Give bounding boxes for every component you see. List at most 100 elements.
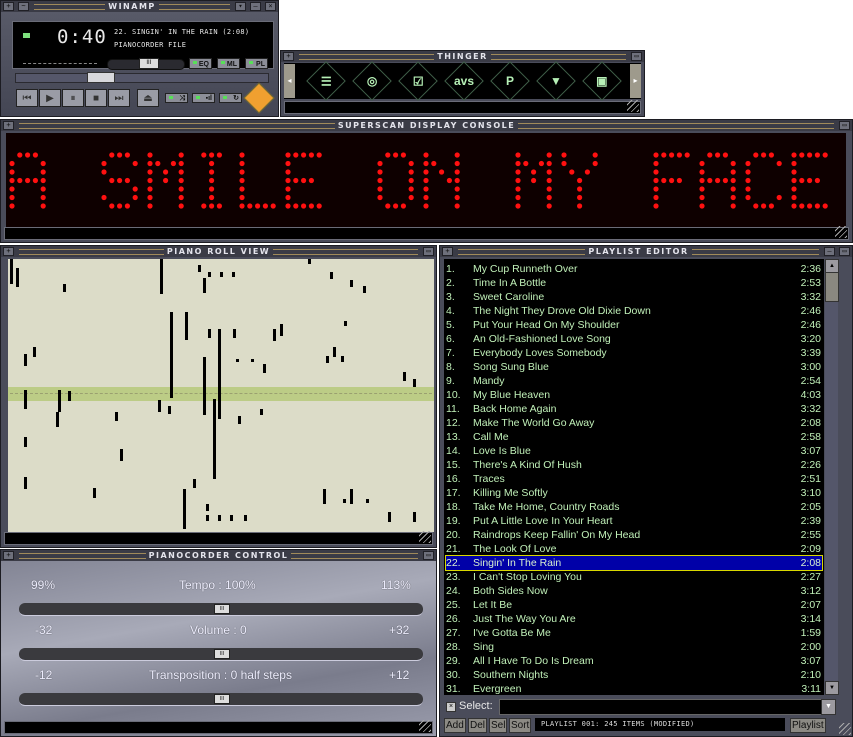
- pianoroll-shade-button[interactable]: ▭: [423, 247, 434, 256]
- volume-control-thumb[interactable]: III: [214, 649, 230, 659]
- control-shade-button[interactable]: ▭: [423, 551, 435, 560]
- resize-grip[interactable]: [627, 100, 639, 112]
- playlist-item[interactable]: 22. Singin' In The Rain 2:08: [445, 555, 823, 571]
- playlist-item[interactable]: 20. Raindrops Keep Fallin' On My Head 2:55: [446, 528, 822, 542]
- playlist-item[interactable]: 11. Back Home Again 3:32: [446, 402, 822, 416]
- playlist-item[interactable]: 30. Southern Nights 2:10: [446, 668, 822, 682]
- playlist-item[interactable]: 12. Make The World Go Away 2:08: [446, 416, 822, 430]
- playlist-item[interactable]: 7. Everybody Loves Somebody 3:39: [446, 346, 822, 360]
- thinger-titlebar[interactable]: + THINGER ▭: [281, 51, 644, 62]
- playlist-item[interactable]: 8. Song Sung Blue 3:00: [446, 360, 822, 374]
- winamp-logo-icon[interactable]: [243, 82, 275, 114]
- seek-thumb[interactable]: [87, 72, 116, 83]
- pause-button[interactable]: ⏸: [62, 89, 84, 107]
- ml-toggle[interactable]: ML: [217, 58, 240, 69]
- resize-grip[interactable]: [839, 723, 851, 735]
- scroll-left-button[interactable]: ◂: [284, 64, 295, 98]
- stop-button[interactable]: ■: [85, 89, 107, 107]
- resize-grip[interactable]: [419, 531, 431, 543]
- playlist-item[interactable]: 28. Sing 2:00: [446, 640, 822, 654]
- minimize-button[interactable]: –: [250, 2, 262, 11]
- playlist-item[interactable]: 4. The Night They Drove Old Dixie Down 2:4…: [446, 304, 822, 318]
- playlist-minimize-button[interactable]: –: [824, 247, 836, 256]
- previous-button[interactable]: ⏮: [16, 89, 38, 107]
- piano-roll-area[interactable]: [8, 259, 434, 532]
- playlist-item[interactable]: 10. My Blue Heaven 4:03: [446, 388, 822, 402]
- playlist-item[interactable]: 5. Put Your Head On My Shoulder 2:46: [446, 318, 822, 332]
- scroll-down-button[interactable]: ▼: [825, 681, 839, 695]
- close-button[interactable]: ×: [265, 2, 277, 11]
- playlist-item[interactable]: 14. Love Is Blue 3:07: [446, 444, 822, 458]
- playlist-item[interactable]: 13. Call Me 2:58: [446, 430, 822, 444]
- avs-icon[interactable]: avs: [444, 61, 484, 101]
- mini-button[interactable]: ~: [18, 2, 29, 11]
- shade-button[interactable]: ▾: [235, 2, 247, 11]
- playlist-titlebar[interactable]: + PLAYLIST EDITOR – ▭: [440, 246, 852, 257]
- playlist-icon[interactable]: ☰: [306, 61, 346, 101]
- select-dropdown-icon[interactable]: ▼: [821, 699, 836, 715]
- control-titlebar[interactable]: + PIANOCORDER CONTROL ▭: [1, 550, 436, 561]
- p-icon[interactable]: P: [490, 61, 530, 101]
- playlist-list[interactable]: 1. My Cup Runneth Over 2:36 2. Time In A Bot…: [444, 259, 824, 695]
- playlist-item[interactable]: 19. Put A Little Love In Your Heart 2:39: [446, 514, 822, 528]
- playlist-shade-button[interactable]: ▭: [839, 247, 851, 256]
- transposition-slider-thumb[interactable]: III: [214, 694, 230, 704]
- pl-toggle[interactable]: PL: [245, 58, 268, 69]
- thinger-shade-button[interactable]: ▭: [631, 52, 643, 61]
- eject-button[interactable]: ⏏: [137, 89, 159, 107]
- tempo-slider-thumb[interactable]: III: [214, 604, 230, 614]
- scroll-up-button[interactable]: ▲: [825, 259, 839, 273]
- shuffle-toggle[interactable]: ⤨: [165, 93, 188, 103]
- pianoroll-titlebar[interactable]: + PIANO ROLL VIEW ▭: [1, 246, 436, 257]
- cd-icon[interactable]: ◎: [352, 61, 392, 101]
- superscan-titlebar[interactable]: + SUPERSCAN DISPLAY CONSOLE ▭: [1, 120, 852, 131]
- playlist-item[interactable]: 6. An Old-Fashioned Love Song 3:20: [446, 332, 822, 346]
- playlist-item[interactable]: 25. Let It Be 2:07: [446, 598, 822, 612]
- playlist-item[interactable]: 21. The Look Of Love 2:09: [446, 542, 822, 556]
- superscan-menu-button[interactable]: +: [3, 121, 14, 130]
- song-title[interactable]: 22. SINGIN' IN THE RAIN (2:08): [114, 28, 249, 36]
- add-button[interactable]: Add: [444, 718, 466, 733]
- playlist-item[interactable]: 9. Mandy 2:54: [446, 374, 822, 388]
- resize-grip[interactable]: [419, 720, 431, 732]
- visualizer[interactable]: [23, 63, 97, 64]
- time-display[interactable]: 0:40: [57, 26, 107, 48]
- playlist-item[interactable]: 27. I've Gotta Be Me 1:59: [446, 626, 822, 640]
- play-button[interactable]: ▶: [39, 89, 61, 107]
- delete-button[interactable]: Del: [468, 718, 488, 733]
- select-button[interactable]: Sel: [489, 718, 508, 733]
- sort-button[interactable]: Sort: [509, 718, 532, 733]
- playlist-scrollbar[interactable]: ▲ ▼: [825, 259, 839, 695]
- eq-bars-toggle[interactable]: ▪ıl: [192, 93, 215, 103]
- playlist-item[interactable]: 31. Evergreen 3:11: [446, 682, 822, 695]
- dotted-square-icon[interactable]: ▣: [582, 61, 622, 101]
- playlist-item[interactable]: 2. Time In A Bottle 2:53: [446, 276, 822, 290]
- control-menu-button[interactable]: +: [3, 551, 14, 560]
- next-button[interactable]: ⏭: [108, 89, 130, 107]
- select-input[interactable]: [499, 699, 836, 715]
- resize-grip[interactable]: [835, 226, 847, 238]
- options-icon[interactable]: ☑: [398, 61, 438, 101]
- scroll-thumb[interactable]: [825, 272, 839, 302]
- playlist-button[interactable]: Playlist: [790, 718, 826, 733]
- playlist-item[interactable]: 29. All I Have To Do Is Dream 3:07: [446, 654, 822, 668]
- playlist-item[interactable]: 26. Just The Way You Are 3:14: [446, 612, 822, 626]
- superscan-shade-button[interactable]: ▭: [839, 121, 851, 130]
- playlist-item[interactable]: 3. Sweet Caroline 3:32: [446, 290, 822, 304]
- playlist-item[interactable]: 15. There's A Kind Of Hush 2:26: [446, 458, 822, 472]
- playlist-item[interactable]: 1. My Cup Runneth Over 2:36: [446, 262, 822, 276]
- scroll-right-button[interactable]: ▸: [630, 64, 641, 98]
- main-titlebar[interactable]: + ~ WINAMP ▾ – ×: [1, 1, 278, 12]
- playlist-item[interactable]: 23. I Can't Stop Loving You 2:27: [446, 570, 822, 584]
- playlist-item[interactable]: 18. Take Me Home, Country Roads 2:05: [446, 500, 822, 514]
- repeat-toggle[interactable]: ↻: [219, 93, 242, 103]
- playlist-menu-button[interactable]: +: [442, 247, 453, 256]
- seek-bar[interactable]: [15, 73, 269, 83]
- eq-toggle[interactable]: EQ: [189, 58, 212, 69]
- playlist-item[interactable]: 17. Killing Me Softly 3:10: [446, 486, 822, 500]
- volume-slider-thumb[interactable]: III: [138, 58, 159, 69]
- select-close-icon[interactable]: ×: [446, 702, 456, 712]
- menu-button[interactable]: +: [3, 2, 14, 11]
- playlist-item[interactable]: 24. Both Sides Now 3:12: [446, 584, 822, 598]
- shield-icon[interactable]: ▼: [536, 61, 576, 101]
